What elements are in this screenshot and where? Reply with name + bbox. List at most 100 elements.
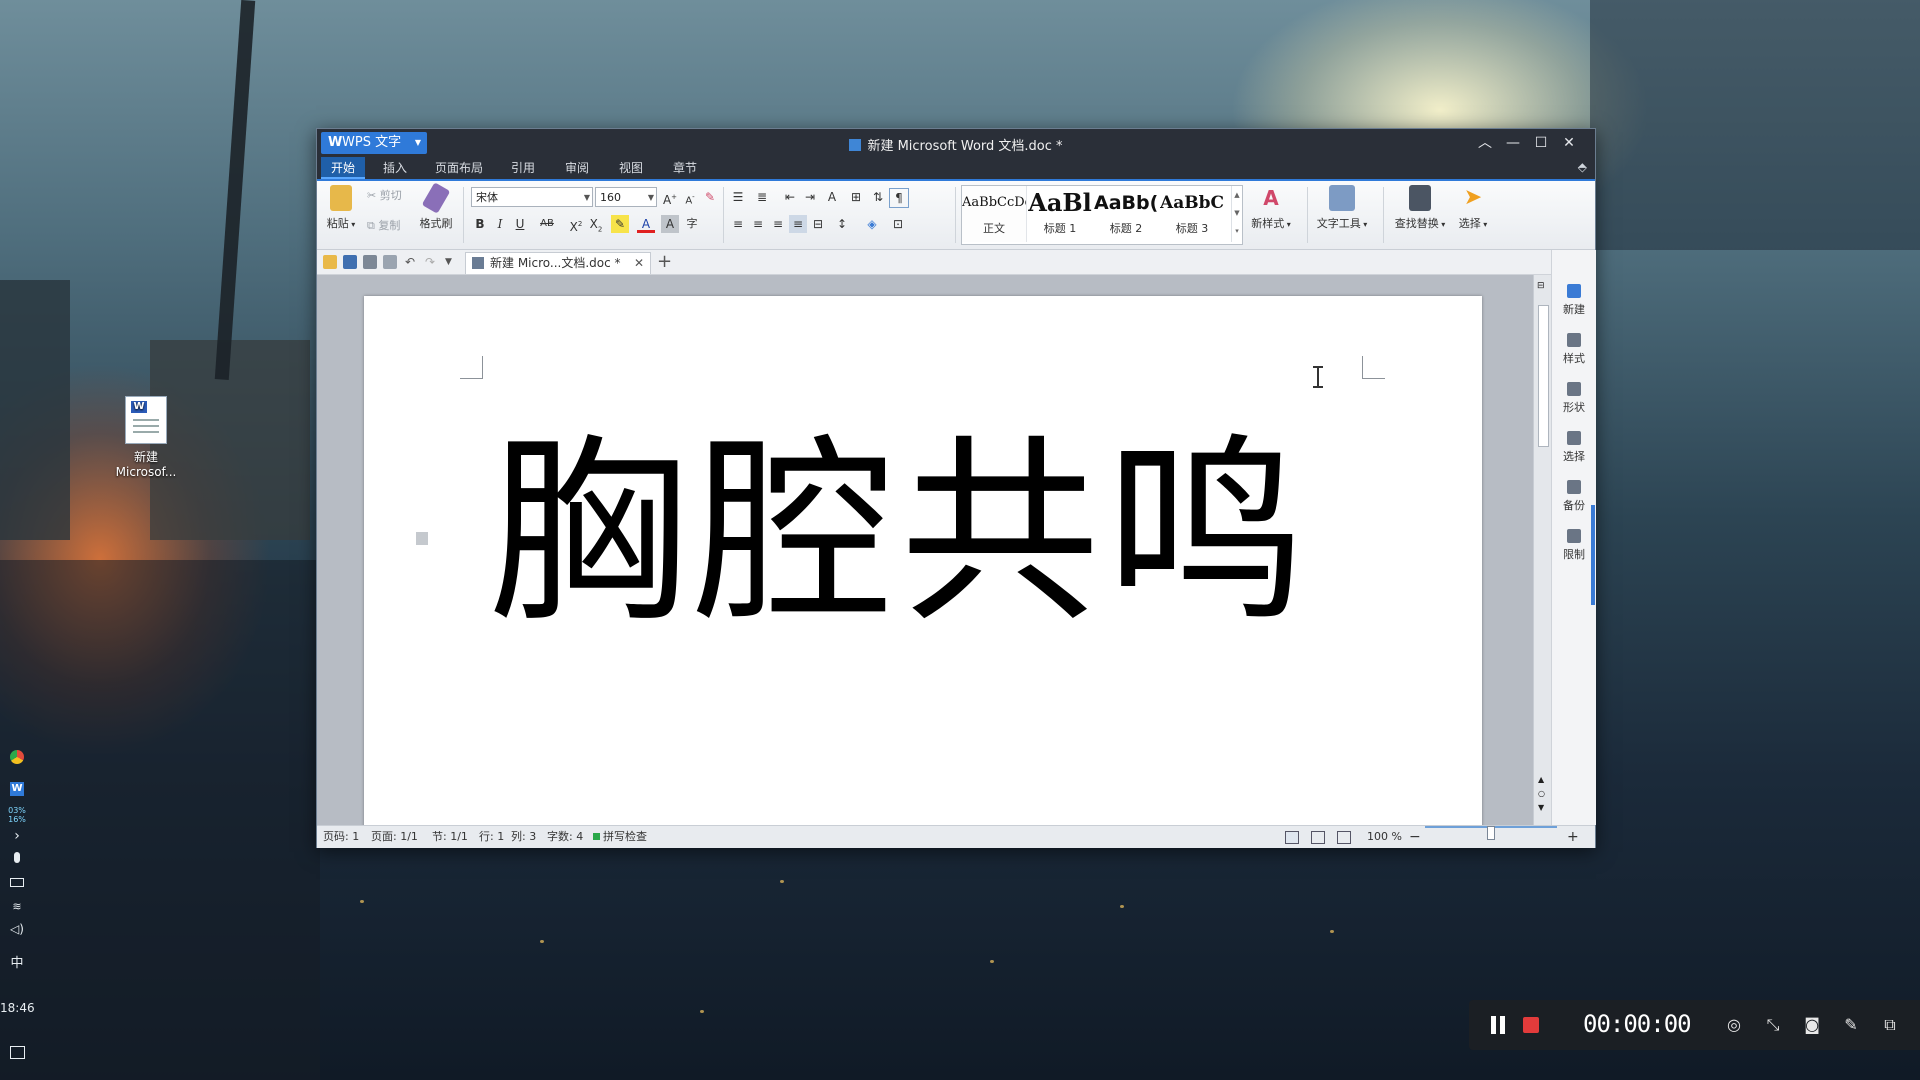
align-left-icon[interactable]: ≡ [729,215,747,233]
document-page[interactable]: 胸腔共鸣 [364,296,1482,825]
sort-icon[interactable]: ⇅ [869,188,887,206]
document-body-text[interactable]: 胸腔共鸣 [488,424,1312,644]
style-normal[interactable]: AaBbCcDd 正文 [962,186,1027,242]
distribute-icon[interactable]: ⊟ [809,215,827,233]
print-icon[interactable] [363,255,377,269]
desktop-icon-word-doc[interactable]: W 新建 Microsof... [108,396,184,480]
align-right-icon[interactable]: ≡ [769,215,787,233]
text-direction-icon[interactable]: A [823,188,841,206]
show-marks-icon[interactable]: ¶ [889,188,909,208]
border-icon[interactable]: ⊡ [889,215,907,233]
char-shading-icon[interactable]: A [661,215,679,233]
open-folder-icon[interactable] [323,255,337,269]
scrollbar-thumb[interactable] [1538,305,1549,447]
volume-icon[interactable]: ◁) [0,922,34,936]
font-color-icon[interactable]: A [637,215,655,233]
browse-object-icon[interactable]: ○ [1538,789,1545,798]
zoom-slider-knob[interactable] [1487,826,1495,840]
zoom-level[interactable]: 100 % [1367,826,1402,848]
side-restrict-button[interactable]: 限制 [1552,529,1596,562]
outline-view-icon[interactable] [1337,831,1351,844]
window-mode-icon[interactable]: ⧉ [1879,1014,1901,1036]
document-canvas[interactable]: 胸腔共鸣 [317,275,1551,825]
notification-icon[interactable] [0,1046,34,1059]
ruler-toggle-icon[interactable]: ⊟ [1537,281,1545,291]
tab-references[interactable]: 引用 [503,157,543,179]
taskbar-wps-icon[interactable]: W [0,782,34,800]
prev-page-icon[interactable]: ▲ [1538,775,1544,784]
find-replace-button[interactable]: 查找替换 ▾ [1389,185,1451,231]
ime-indicator[interactable]: 中 [0,952,34,971]
side-style-button[interactable]: 样式 [1552,333,1596,366]
style-heading-3[interactable]: AaBbC 标题 3 [1160,186,1224,242]
line-spacing-icon[interactable]: ↕ [833,215,851,233]
save-icon[interactable] [343,255,357,269]
skin-icon[interactable]: ⬘ [1578,160,1587,174]
camera-icon[interactable]: ◙ [1801,1014,1823,1036]
copy-button[interactable]: ⧉ 复制 [367,217,400,233]
tab-insert[interactable]: 插入 [375,157,415,179]
taskbar-chrome-icon[interactable] [0,750,34,768]
clear-format-icon[interactable]: ✎ [701,188,719,206]
select-button[interactable]: ➤ 选择 ▾ [1453,185,1493,231]
undo-icon[interactable]: ↶ [405,255,419,269]
zoom-in-button[interactable]: + [1567,826,1579,848]
new-tab-plus-icon[interactable]: + [657,251,672,272]
pen-icon[interactable]: ✎ [1840,1014,1862,1036]
paragraph-handle-icon[interactable] [416,532,428,545]
page-view-icon[interactable] [1285,831,1299,844]
tab-home[interactable]: 开始 [321,157,365,179]
justify-icon[interactable]: ≡ [789,215,807,233]
vertical-scrollbar[interactable]: ⊟ ▲ ○ ▼ [1533,275,1552,825]
paste-button[interactable]: 粘贴 ▾ [323,185,359,231]
stop-record-button[interactable] [1523,1017,1539,1033]
text-tools-button[interactable]: 文字工具 ▾ [1309,185,1375,231]
decrease-indent-icon[interactable]: ⇤ [781,188,799,206]
font-size-select[interactable]: 160 ▼ [595,187,657,207]
ribbon-collapse-button[interactable]: ︿ [1472,132,1498,154]
tab-review[interactable]: 审阅 [557,157,597,179]
fullscreen-icon[interactable]: ⤡ [1762,1014,1784,1036]
highlight-icon[interactable]: ✎ [611,215,629,233]
underline-button[interactable]: U [511,215,529,233]
side-backup-button[interactable]: 备份 [1552,480,1596,513]
grow-font-icon[interactable]: A+ [661,188,679,207]
web-view-icon[interactable] [1311,831,1325,844]
subscript-button[interactable]: X2 [587,215,605,233]
side-new-button[interactable]: 新建 [1552,284,1596,317]
customize-chevron-icon[interactable]: ▼ [445,255,459,269]
bullet-list-icon[interactable]: ☰ [729,188,747,206]
zoom-out-button[interactable]: − [1409,826,1421,848]
align-center-icon[interactable]: ≡ [749,215,767,233]
phonetic-icon[interactable]: 字 [683,215,701,233]
redo-icon[interactable]: ↷ [425,255,439,269]
style-heading-2[interactable]: AaBb( 标题 2 [1094,186,1158,242]
wifi-icon[interactable]: ≋ [0,900,34,913]
increase-indent-icon[interactable]: ⇥ [801,188,819,206]
next-page-icon[interactable]: ▼ [1538,803,1544,812]
close-tab-icon[interactable]: ✕ [634,253,644,274]
italic-button[interactable]: I [491,215,509,233]
maximize-button[interactable]: ☐ [1528,132,1554,154]
document-tab[interactable]: 新建 Micro...文档.doc * ✕ [465,252,651,274]
format-painter-button[interactable]: 格式刷 [417,182,455,231]
region-capture-icon[interactable]: ◎ [1723,1014,1745,1036]
shrink-font-icon[interactable]: A- [681,188,699,206]
close-button[interactable]: ✕ [1556,132,1582,154]
clock[interactable]: 18:46 [0,1001,35,1015]
tab-page-layout[interactable]: 页面布局 [427,157,491,179]
tab-view[interactable]: 视图 [611,157,651,179]
tab-chapter[interactable]: 章节 [665,157,705,179]
minimize-button[interactable]: — [1500,132,1526,154]
cut-button[interactable]: ✂ 剪切 [367,187,402,203]
style-gallery-scroll[interactable]: ▲ ▼ ▾ [1231,186,1242,242]
print-preview-icon[interactable] [383,255,397,269]
bold-button[interactable]: B [471,215,489,233]
status-word-count[interactable]: 字数: 4 [547,826,583,848]
side-shape-button[interactable]: 形状 [1552,382,1596,415]
side-select-button[interactable]: 选择 [1552,431,1596,464]
numbered-list-icon[interactable]: ≣ [753,188,771,206]
microphone-icon[interactable] [0,852,34,863]
battery-icon[interactable] [0,878,34,887]
strikethrough-button[interactable]: AB [535,215,559,233]
